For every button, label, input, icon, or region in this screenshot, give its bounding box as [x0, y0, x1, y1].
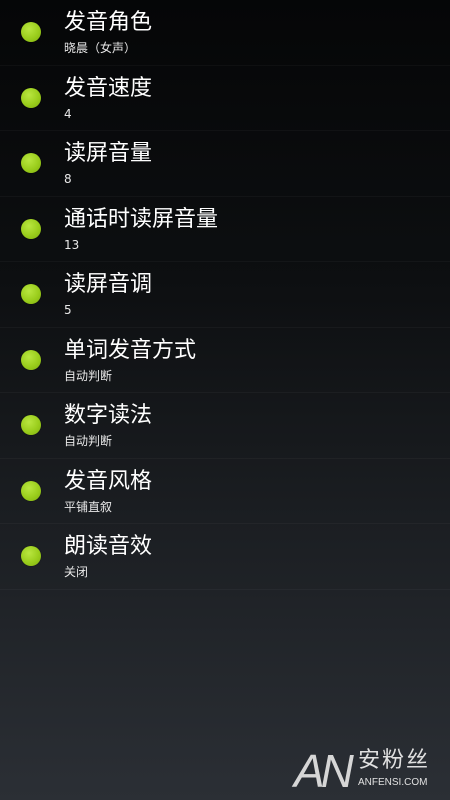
setting-title: 读屏音量 — [64, 141, 153, 166]
green-dot-icon — [21, 22, 41, 42]
setting-item-reading-effect[interactable]: 朗读音效 关闭 — [0, 524, 450, 590]
green-dot-icon — [21, 153, 41, 173]
setting-item-screen-reader-pitch[interactable]: 读屏音调 5 — [0, 262, 450, 328]
green-dot-icon — [21, 284, 41, 304]
setting-title: 数字读法 — [64, 403, 153, 428]
setting-title: 发音角色 — [64, 10, 153, 35]
green-dot-icon — [21, 480, 41, 501]
setting-value: 4 — [64, 106, 72, 121]
setting-value: 5 — [64, 303, 72, 317]
setting-value: 13 — [64, 237, 80, 252]
setting-value: 平铺直叙 — [64, 499, 113, 514]
green-dot-icon — [21, 349, 41, 370]
setting-item-number-reading[interactable]: 数字读法 自动判断 — [0, 393, 450, 459]
watermark-logo: AN — [294, 745, 354, 797]
green-dot-icon — [21, 87, 41, 108]
setting-value: 自动判断 — [64, 368, 113, 383]
watermark: AN 安粉丝 ANFENSI.COM — [294, 746, 444, 796]
setting-title: 发音风格 — [64, 468, 153, 494]
setting-title: 单词发音方式 — [64, 337, 197, 363]
settings-list: 发音角色 晓晨（女声） 发音速度 4 读屏音量 8 通话时读屏音量 13 读屏音… — [0, 0, 450, 590]
setting-title: 发音速度 — [64, 75, 153, 101]
setting-title: 读屏音调 — [64, 272, 153, 297]
watermark-domain: ANFENSI.COM — [358, 777, 428, 788]
setting-item-speech-style[interactable]: 发音风格 平铺直叙 — [0, 459, 450, 525]
setting-item-voice-role[interactable]: 发音角色 晓晨（女声） — [0, 0, 450, 66]
setting-title: 通话时读屏音量 — [64, 206, 219, 232]
setting-item-speech-speed[interactable]: 发音速度 4 — [0, 66, 450, 132]
setting-item-screen-reader-volume[interactable]: 读屏音量 8 — [0, 131, 450, 197]
setting-value: 关闭 — [64, 565, 89, 579]
green-dot-icon — [21, 415, 41, 435]
setting-item-word-pronunciation[interactable]: 单词发音方式 自动判断 — [0, 328, 450, 394]
watermark-name: 安粉丝 — [358, 748, 431, 773]
setting-value: 晓晨（女声） — [64, 41, 137, 55]
setting-value: 自动判断 — [64, 434, 113, 448]
green-dot-icon — [21, 546, 41, 566]
setting-value: 8 — [64, 172, 72, 186]
green-dot-icon — [21, 218, 41, 239]
setting-item-call-reader-volume[interactable]: 通话时读屏音量 13 — [0, 197, 450, 263]
setting-title: 朗读音效 — [64, 534, 153, 559]
